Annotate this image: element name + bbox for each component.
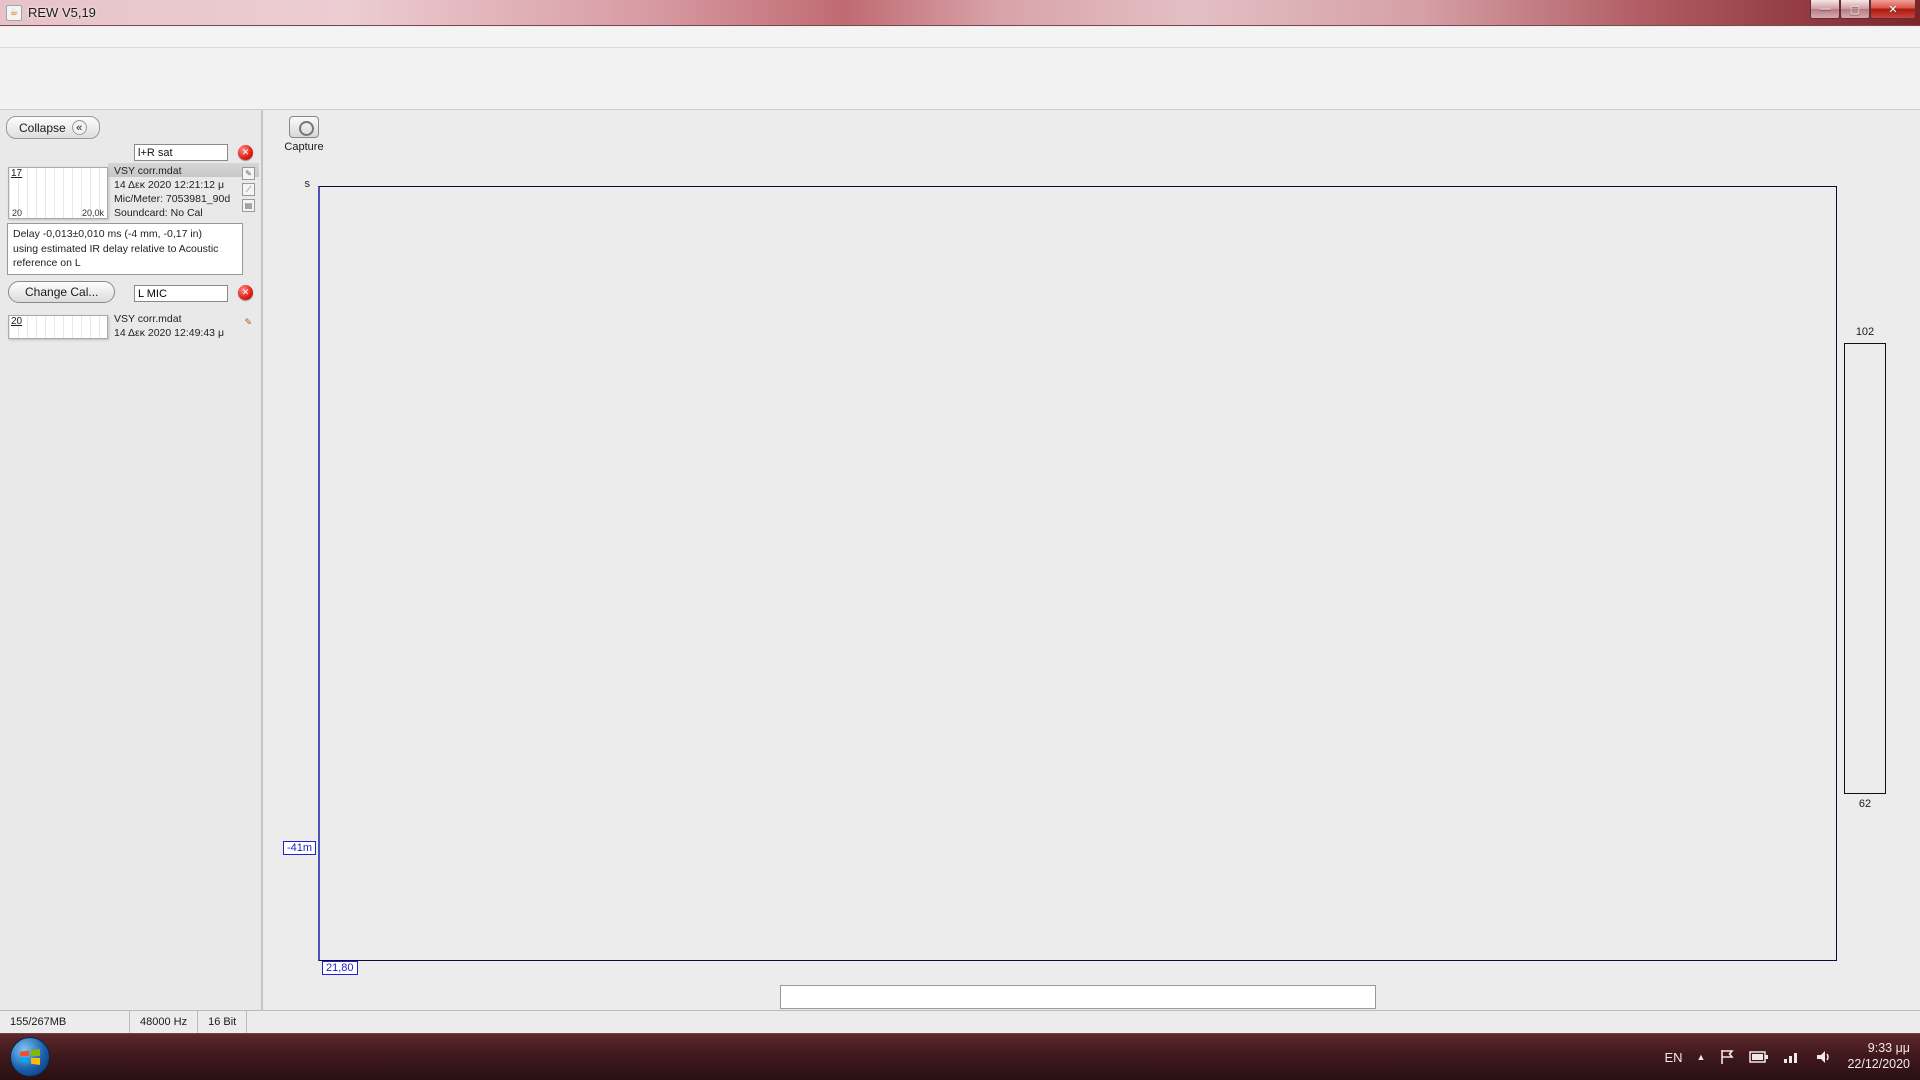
windows-logo-icon bbox=[20, 1049, 40, 1065]
selected-measurement-panel[interactable]: 17 20 20,0k VSY corr.mdat 14 Δεκ 2020 12… bbox=[2, 163, 259, 313]
taskbar: EN ▲ 9:33 μμ 22/12/2020 bbox=[0, 1033, 1920, 1080]
clock-date: 22/12/2020 bbox=[1847, 1057, 1910, 1071]
java-app-icon: ☕ bbox=[6, 4, 22, 21]
color-scale-max: 102 bbox=[1855, 326, 1875, 338]
measurement-number: 20 bbox=[11, 316, 23, 327]
measurement-thumbnail[interactable]: 20 bbox=[8, 315, 108, 339]
measurement-number: 17 bbox=[11, 168, 23, 179]
taskbar-clock[interactable]: 9:33 μμ 22/12/2020 bbox=[1847, 1041, 1910, 1072]
measurement-file: VSY corr.mdat bbox=[114, 313, 182, 325]
edit-icon[interactable]: ✎ bbox=[244, 317, 252, 328]
delete-measurement-icon[interactable]: ✕ bbox=[238, 285, 253, 300]
measurement-soundcard: Soundcard: No Cal bbox=[114, 206, 203, 219]
memory-status: 155/267MB bbox=[0, 1011, 130, 1033]
window-title: REW V5,19 bbox=[28, 5, 96, 20]
cursor-frequency-readout: 21,80 bbox=[322, 961, 358, 975]
collapse-chevron-icon: « bbox=[71, 120, 87, 135]
trim-icon[interactable]: ⟋ bbox=[242, 183, 255, 196]
measurement-name-field[interactable] bbox=[134, 285, 228, 302]
delete-measurement-icon[interactable]: ✕ bbox=[238, 145, 253, 160]
collapse-label: Collapse bbox=[19, 120, 66, 135]
measurement-thumbnail[interactable]: 17 20 20,0k bbox=[8, 167, 108, 219]
maximize-button[interactable]: ▢ bbox=[1840, 0, 1870, 19]
measurement-sidebar: Collapse « ✕ 17 20 20,0k VSY corr.mdat bbox=[0, 110, 263, 1010]
time-axis: s bbox=[265, 110, 316, 1010]
language-indicator[interactable]: EN bbox=[1664, 1050, 1682, 1065]
collapse-button[interactable]: Collapse « bbox=[6, 116, 100, 139]
frequency-axis bbox=[318, 963, 1834, 978]
notes-icon[interactable]: ▤ bbox=[242, 199, 255, 212]
measurement-date: 14 Δεκ 2020 12:49:43 μ bbox=[114, 326, 224, 339]
measurement-file: VSY corr.mdat bbox=[114, 165, 182, 177]
minimize-button[interactable]: — bbox=[1810, 0, 1840, 19]
edit-icon[interactable]: ✎ bbox=[242, 167, 255, 180]
cursor-time-readout: -41m bbox=[283, 841, 317, 855]
spectrogram-plot[interactable] bbox=[318, 186, 1837, 961]
titlebar: ☕ REW V5,19 — ▢ ✕ bbox=[0, 0, 1920, 26]
graph-panel: Capture s 21,80 -41m 102 62 bbox=[265, 110, 1920, 1010]
color-scale-min: 62 bbox=[1858, 798, 1872, 810]
speaker-icon[interactable] bbox=[1815, 1049, 1833, 1065]
toolbar bbox=[0, 48, 1920, 110]
measurement-mic: Mic/Meter: 7053981_90d bbox=[114, 192, 231, 205]
change-cal-button[interactable]: Change Cal... bbox=[8, 281, 116, 303]
measurement-info: VSY corr.mdat 14 Δεκ 2020 12:21:12 μ Mic… bbox=[114, 165, 230, 220]
measurement-date: 14 Δεκ 2020 12:21:12 μ bbox=[114, 178, 224, 191]
start-button[interactable] bbox=[10, 1037, 50, 1077]
measurement-name-field[interactable] bbox=[134, 144, 228, 161]
bit-depth-status: 16 Bit bbox=[198, 1011, 248, 1033]
action-center-flag-icon[interactable] bbox=[1719, 1049, 1735, 1065]
screen: ☕ REW V5,19 — ▢ ✕ Collapse « ✕ bbox=[0, 0, 1920, 1080]
statusbar: 155/267MB 48000 Hz 16 Bit bbox=[0, 1010, 1920, 1033]
clock-time: 9:33 μμ bbox=[1867, 1041, 1910, 1056]
menubar bbox=[0, 27, 1920, 48]
close-button[interactable]: ✕ bbox=[1870, 0, 1916, 19]
battery-icon[interactable] bbox=[1749, 1050, 1769, 1064]
network-signal-icon[interactable] bbox=[1783, 1050, 1801, 1064]
measurement-row-partial[interactable]: 20 VSY corr.mdat 14 Δεκ 2020 12:49:43 μ … bbox=[2, 313, 259, 359]
hidden-icons-arrow[interactable]: ▲ bbox=[1697, 1052, 1706, 1062]
sample-rate-status: 48000 Hz bbox=[130, 1011, 199, 1033]
graph-legend bbox=[780, 985, 1376, 1009]
measurement-row-partial[interactable]: ✕ bbox=[2, 143, 259, 163]
delay-info-box: Delay -0,013±0,010 ms (-4 mm, -0,17 in) … bbox=[7, 223, 243, 275]
thumb-axis-max: 20,0k bbox=[81, 208, 104, 218]
thumb-axis-min: 20 bbox=[12, 208, 23, 218]
time-axis-unit: s bbox=[304, 178, 311, 190]
spl-color-scale bbox=[1844, 343, 1886, 794]
